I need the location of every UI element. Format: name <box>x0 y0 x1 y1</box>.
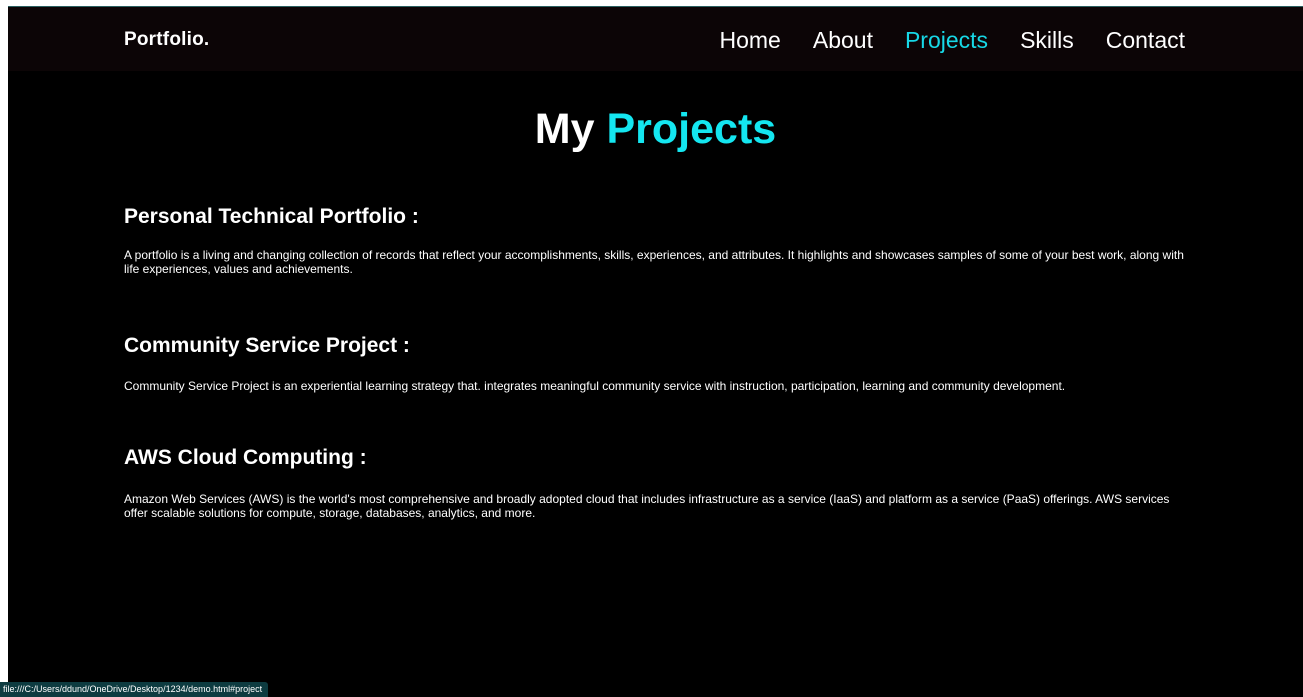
navbar: Portfolio. Home About Projects Skills Co… <box>8 7 1303 71</box>
project-heading: Community Service Project : <box>124 334 410 357</box>
page-title: My Projects <box>8 104 1303 154</box>
project-community-service: Community Service Project : Community Se… <box>124 333 1194 393</box>
page-title-accent: Projects <box>606 105 777 153</box>
page-viewport: Portfolio. Home About Projects Skills Co… <box>8 6 1303 697</box>
brand-logo[interactable]: Portfolio. <box>124 29 209 51</box>
project-personal-portfolio: Personal Technical Portfolio : A portfol… <box>124 204 1194 276</box>
project-heading: Personal Technical Portfolio : <box>124 205 419 228</box>
nav-link-about[interactable]: About <box>813 26 873 54</box>
page-title-prefix: My <box>534 105 595 153</box>
project-description: A portfolio is a living and changing col… <box>124 248 1184 276</box>
nav-links: Home About Projects Skills Contact <box>720 26 1186 54</box>
project-aws-cloud: AWS Cloud Computing : Amazon Web Service… <box>124 445 1194 520</box>
project-description: Amazon Web Services (AWS) is the world's… <box>124 492 1170 520</box>
status-bar-url: file:///C:/Users/ddund/OneDrive/Desktop/… <box>0 682 269 697</box>
project-heading: AWS Cloud Computing : <box>124 446 367 469</box>
nav-link-skills[interactable]: Skills <box>1020 26 1074 54</box>
project-description: Community Service Project is an experien… <box>124 379 1066 393</box>
nav-link-contact[interactable]: Contact <box>1106 26 1185 54</box>
nav-link-home[interactable]: Home <box>720 26 781 54</box>
nav-link-projects[interactable]: Projects <box>905 26 988 54</box>
